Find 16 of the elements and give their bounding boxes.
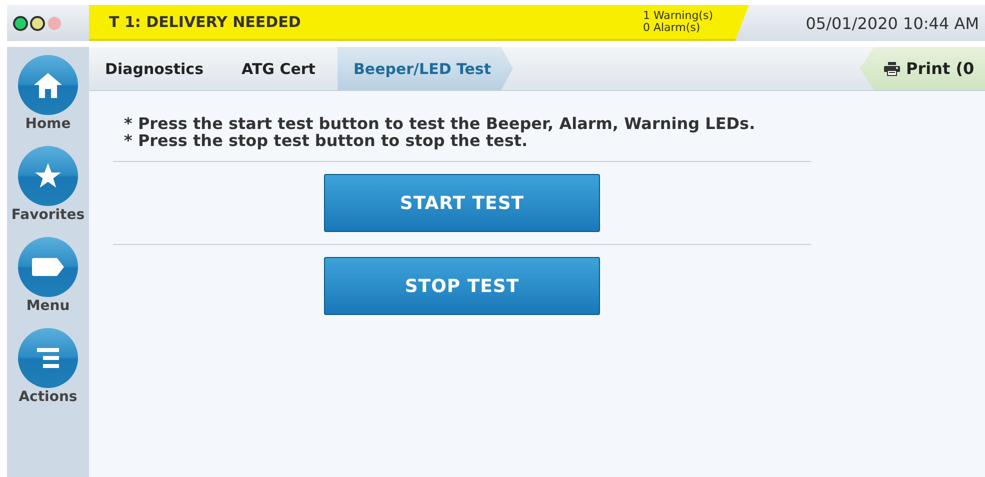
sidebar-label: Home — [25, 116, 71, 132]
warning-count: 1 Warning(s) — [642, 10, 713, 22]
sidebar-label: Actions — [18, 389, 78, 405]
breadcrumb[interactable]: Diagnostics — [89, 47, 226, 90]
breadcrumb[interactable]: Beeper/LED Test — [337, 47, 514, 90]
test-button[interactable]: START TEST — [324, 174, 600, 232]
alert-message: T 1: DELIVERY NEEDED — [109, 13, 302, 31]
sidebar-label: Favorites — [11, 207, 85, 223]
sidebar-label: Menu — [26, 298, 70, 314]
alarm-count: 0 Alarm(s) — [642, 22, 700, 34]
instruction-text: * Press the start test button to test the Beeper, Alarm, Warning LEDs. — [123, 115, 756, 132]
test-button[interactable]: STOP TEST — [324, 257, 600, 315]
breadcrumb[interactable]: ATG Cert — [226, 47, 338, 90]
instruction-text: * Press the stop test button to stop the test. — [123, 132, 528, 149]
clock: 05/01/2020 10:44 AM — [735, 5, 985, 41]
print-button[interactable]: Print (0 — [860, 47, 985, 90]
